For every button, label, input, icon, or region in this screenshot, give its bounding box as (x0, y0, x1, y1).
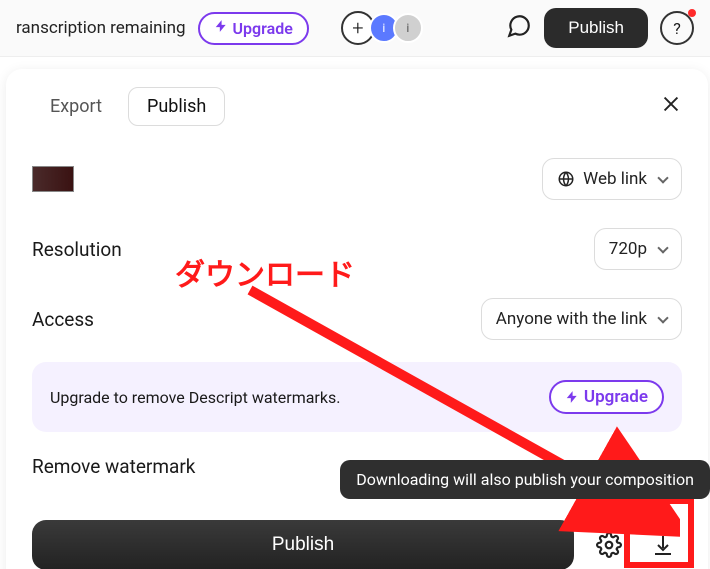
chevron-down-icon (657, 312, 668, 323)
composition-thumbnail[interactable] (32, 166, 74, 192)
panel-tabs: Export Publish (32, 87, 682, 126)
help-icon: ? (673, 19, 681, 38)
upgrade-banner-text: Upgrade to remove Descript watermarks. (50, 388, 340, 407)
link-type-value: Web link (583, 169, 647, 189)
collaborator-avatars[interactable]: i i (375, 13, 423, 43)
upgrade-banner: Upgrade to remove Descript watermarks. U… (32, 362, 682, 432)
globe-icon (557, 170, 575, 188)
notification-dot (688, 9, 696, 17)
settings-button[interactable] (590, 526, 628, 564)
resolution-label: Resolution (32, 238, 122, 261)
upgrade-button[interactable]: Upgrade (198, 12, 309, 45)
resolution-select[interactable]: 720p (594, 228, 682, 270)
bolt-icon (214, 19, 228, 37)
access-label: Access (32, 308, 94, 331)
top-bar: ranscription remaining Upgrade + i i Pub… (0, 0, 710, 57)
link-type-select[interactable]: Web link (542, 158, 682, 200)
annotation-label: ダウンロード (175, 250, 355, 294)
chevron-down-icon (657, 242, 668, 253)
tab-publish[interactable]: Publish (128, 87, 225, 126)
remove-watermark-label: Remove watermark (32, 455, 195, 478)
help-button[interactable]: ? (660, 11, 694, 45)
chevron-down-icon (657, 172, 668, 183)
plus-icon: + (352, 16, 363, 40)
chat-icon (506, 13, 532, 39)
bolt-icon (565, 390, 579, 404)
annotation-highlight-box (624, 498, 694, 568)
gear-icon (596, 532, 622, 558)
publish-button[interactable]: Publish (32, 520, 574, 569)
download-tooltip: Downloading will also publish your compo… (340, 460, 710, 499)
transcription-remaining-text: ranscription remaining (16, 18, 186, 38)
close-icon (660, 93, 682, 115)
panel-footer: Publish (32, 520, 682, 569)
access-value: Anyone with the link (496, 309, 647, 329)
access-select[interactable]: Anyone with the link (481, 298, 682, 340)
upgrade-button-label: Upgrade (233, 19, 293, 38)
avatar: i (393, 13, 423, 43)
upgrade-banner-label: Upgrade (584, 387, 648, 407)
close-button[interactable] (660, 93, 682, 119)
upgrade-banner-button[interactable]: Upgrade (549, 380, 664, 414)
comments-button[interactable] (506, 13, 532, 43)
tab-export[interactable]: Export (32, 88, 120, 125)
resolution-value: 720p (609, 239, 647, 259)
publish-button-top[interactable]: Publish (544, 8, 648, 48)
